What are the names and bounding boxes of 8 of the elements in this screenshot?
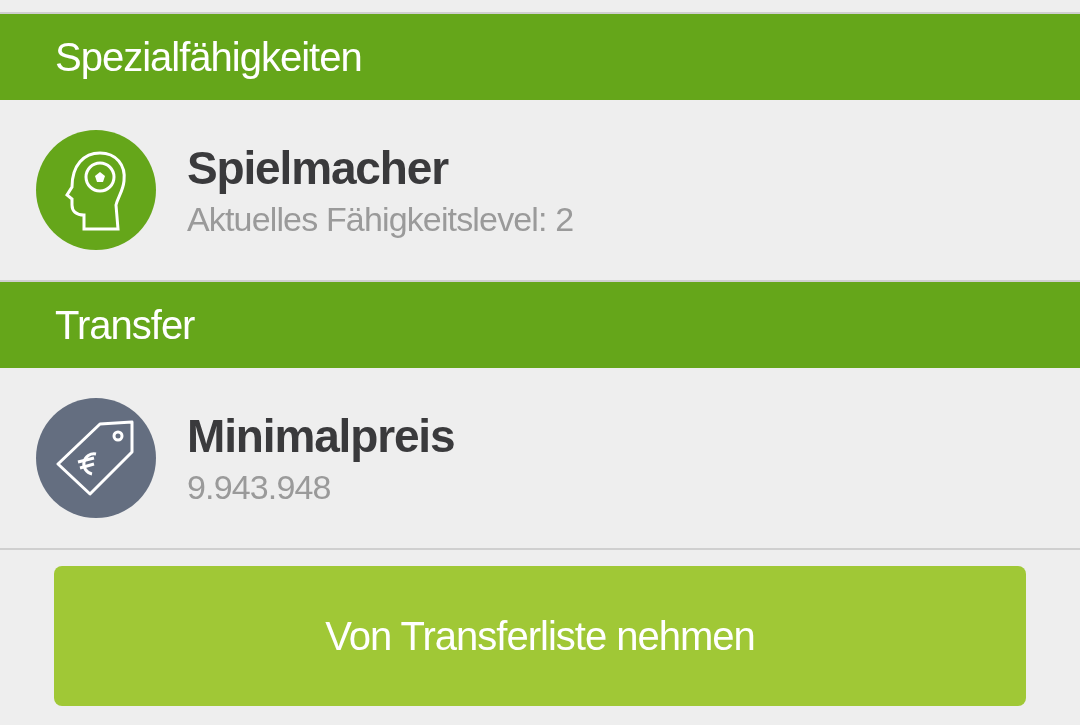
section-header: Spezialfähigkeiten	[0, 14, 1080, 100]
item-detail: Aktuelles Fähigkeitslevel: 2	[187, 198, 574, 240]
item-detail: 9.943.948	[187, 466, 332, 508]
item-title: Spielmacher	[187, 141, 450, 196]
remove-from-transfer-list-button[interactable]: Von Transferliste nehmen	[54, 566, 1026, 706]
euro-price-tag-icon	[56, 418, 136, 498]
section-header: Transfer	[0, 282, 1080, 368]
item-title: Minimalpreis	[187, 409, 455, 464]
